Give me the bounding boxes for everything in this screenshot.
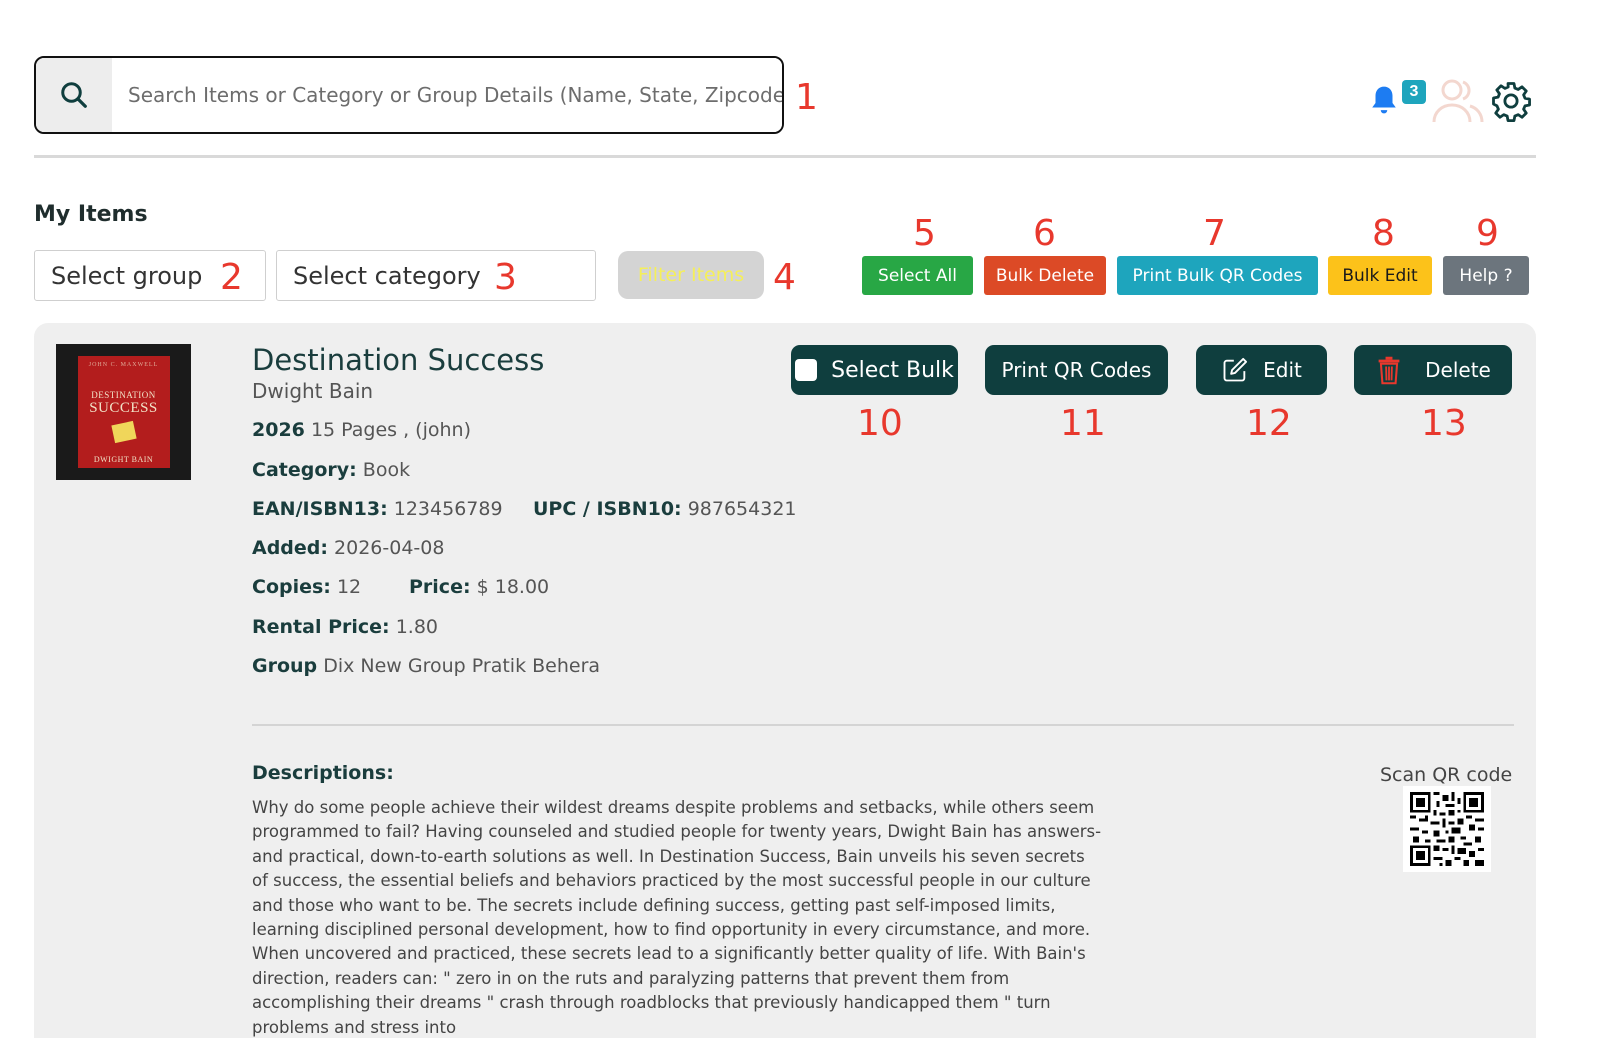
book-cover-image: JOHN C. MAXWELL DESTINATION SUCCESS DWIG…: [56, 344, 191, 480]
cover-title-top: DESTINATION: [91, 390, 156, 400]
annotation-3: 3: [494, 257, 517, 298]
price-label: Price:: [409, 576, 471, 598]
notification-button[interactable]: [1368, 84, 1400, 123]
item-title: Destination Success: [252, 343, 545, 377]
added-label: Added:: [252, 537, 328, 559]
card-divider: [252, 724, 1514, 726]
annotation-12: 12: [1246, 403, 1292, 444]
item-upc-row: UPC / ISBN10: 987654321: [533, 498, 797, 520]
header-divider: [34, 155, 1536, 158]
ean-value: 123456789: [393, 498, 503, 520]
print-bulk-qr-button[interactable]: Print Bulk QR Codes: [1117, 256, 1318, 295]
annotation-11: 11: [1060, 403, 1106, 444]
cover-byline: JOHN C. MAXWELL: [88, 362, 159, 368]
price-value: $ 18.00: [476, 576, 550, 598]
delete-button[interactable]: Delete: [1354, 345, 1512, 395]
item-price-row: Price: $ 18.00: [409, 576, 549, 598]
category-select-value: Select category: [293, 261, 481, 290]
edit-icon: [1223, 357, 1248, 382]
added-value: 2026-04-08: [334, 537, 445, 559]
annotation-8: 8: [1372, 213, 1395, 254]
category-value: Book: [362, 459, 411, 481]
select-bulk-button[interactable]: Select Bulk: [791, 345, 958, 395]
users-icon: [1432, 79, 1484, 123]
item-added-row: Added: 2026-04-08: [252, 537, 444, 559]
item-category-row: Category: Book: [252, 459, 410, 481]
category-label: Category:: [252, 459, 357, 481]
annotation-10: 10: [857, 403, 903, 444]
search-button[interactable]: [36, 58, 112, 132]
select-all-button[interactable]: Select All: [862, 256, 973, 295]
item-ean-row: EAN/ISBN13: 123456789: [252, 498, 503, 520]
annotation-7: 7: [1203, 213, 1226, 254]
item-group-row: Group Dix New Group Pratik Behera: [252, 655, 600, 677]
search-bar: [34, 56, 784, 134]
cover-author: DWIGHT BAIN: [93, 455, 154, 464]
notification-badge: 3: [1402, 80, 1426, 104]
item-pages: 15 Pages , (john): [310, 419, 471, 441]
users-button[interactable]: [1430, 76, 1486, 131]
copies-value: 12: [336, 576, 362, 598]
annotation-9: 9: [1476, 213, 1499, 254]
bulk-edit-button[interactable]: Bulk Edit: [1328, 256, 1432, 295]
bell-icon: [1372, 86, 1396, 114]
annotation-5: 5: [913, 213, 936, 254]
annotation-2: 2: [220, 257, 243, 298]
settings-button[interactable]: [1490, 80, 1532, 127]
ean-label: EAN/ISBN13:: [252, 498, 388, 520]
qr-code-image: [1403, 786, 1491, 872]
item-author: Dwight Bain: [252, 379, 374, 403]
annotation-4: 4: [773, 257, 796, 298]
category-select[interactable]: Select category: [276, 250, 596, 301]
select-bulk-label: Select Bulk: [831, 357, 954, 383]
gear-icon: [1492, 82, 1531, 122]
annotation-6: 6: [1033, 213, 1056, 254]
group-select-value: Select group: [51, 261, 203, 290]
group-label: Group: [252, 655, 318, 677]
help-button[interactable]: Help ?: [1443, 256, 1529, 295]
rental-value: 1.80: [395, 616, 438, 638]
item-rental-row: Rental Price: 1.80: [252, 616, 438, 638]
delete-label: Delete: [1425, 358, 1491, 382]
group-value: Dix New Group Pratik Behera: [323, 655, 601, 677]
edit-label: Edit: [1263, 358, 1302, 382]
search-icon: [61, 82, 87, 108]
search-input[interactable]: [112, 58, 782, 132]
item-description: Why do some people achieve their wildest…: [252, 798, 1102, 1037]
annotation-13: 13: [1421, 403, 1467, 444]
item-copies-row: Copies: 12: [252, 576, 361, 598]
copies-label: Copies:: [252, 576, 331, 598]
item-year-pages: 2026 15 Pages , (john): [252, 419, 471, 441]
cover-note-graphic: [110, 420, 137, 444]
rental-label: Rental Price:: [252, 616, 390, 638]
bulk-delete-button[interactable]: Bulk Delete: [984, 256, 1106, 295]
upc-value: 987654321: [687, 498, 797, 520]
upc-label: UPC / ISBN10:: [533, 498, 682, 520]
filter-items-button[interactable]: Filter Items: [618, 251, 764, 299]
qr-code-graphic: [1410, 792, 1484, 866]
scan-qr-label: Scan QR code: [1380, 764, 1513, 786]
select-bulk-checkbox[interactable]: [795, 359, 818, 381]
descriptions-heading: Descriptions:: [252, 762, 394, 784]
cover-title-bottom: SUCCESS: [89, 400, 158, 416]
item-year: 2026: [252, 419, 305, 441]
print-qr-button[interactable]: Print QR Codes: [985, 345, 1168, 395]
trash-icon: [1378, 356, 1400, 385]
edit-button[interactable]: Edit: [1196, 345, 1327, 395]
page-title: My Items: [34, 202, 148, 227]
annotation-1: 1: [795, 77, 818, 118]
